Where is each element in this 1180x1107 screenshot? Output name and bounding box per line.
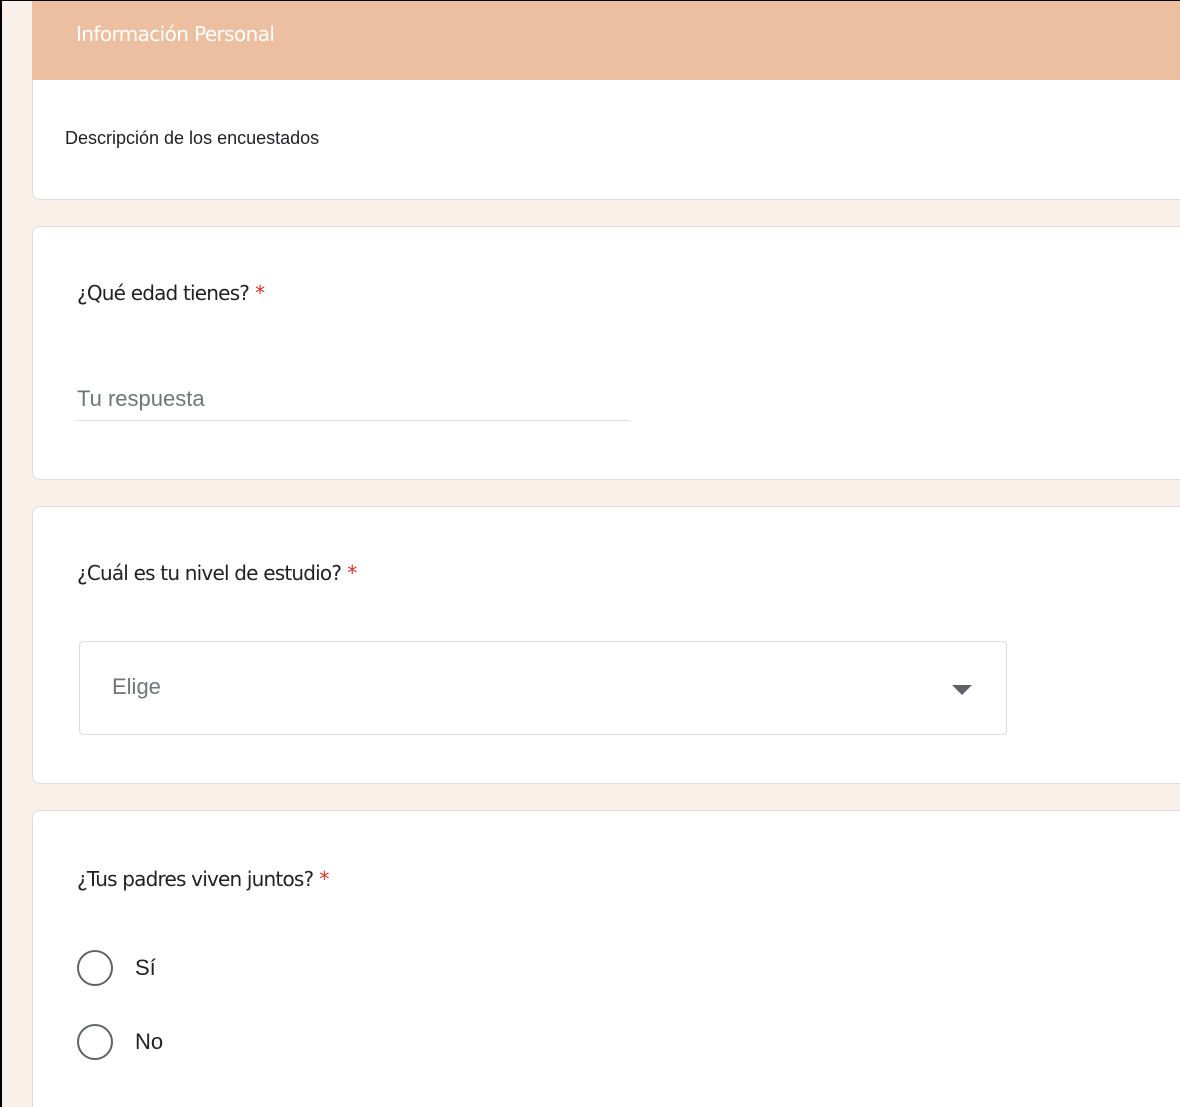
question-title-study-level: ¿Cuál es tu nivel de estudio? * <box>77 561 357 585</box>
age-answer-input[interactable] <box>77 377 629 421</box>
question-title-parents: ¿Tus padres viven juntos? * <box>77 867 329 891</box>
question-label: ¿Qué edad tienes? <box>77 281 250 305</box>
required-asterisk: * <box>347 561 357 585</box>
question-card-study-level: ¿Cuál es tu nivel de estudio? * Elige <box>32 506 1180 784</box>
radio-unchecked-icon[interactable] <box>77 950 113 986</box>
radio-option-label: Sí <box>135 955 156 980</box>
study-level-dropdown[interactable]: Elige <box>79 641 1007 735</box>
dropdown-selected-value: Elige <box>112 674 161 699</box>
radio-option-no[interactable]: No <box>77 1022 163 1062</box>
radio-option-si[interactable]: Sí <box>77 948 156 988</box>
section-description: Descripción de los encuestados <box>65 128 320 148</box>
section-title: Información Personal <box>76 22 275 46</box>
required-asterisk: * <box>319 867 329 891</box>
question-title-age: ¿Qué edad tienes? * <box>77 281 265 305</box>
section-description-card: Descripción de los encuestados <box>32 80 1180 200</box>
caret-down-icon <box>952 685 972 695</box>
required-asterisk: * <box>255 281 265 305</box>
radio-unchecked-icon[interactable] <box>77 1024 113 1060</box>
question-card-age: ¿Qué edad tienes? * <box>32 226 1180 480</box>
question-label: ¿Cuál es tu nivel de estudio? <box>77 561 342 585</box>
question-label: ¿Tus padres viven juntos? <box>77 867 314 891</box>
radio-option-label: No <box>135 1029 164 1054</box>
question-card-parents: ¿Tus padres viven juntos? * Sí No <box>32 810 1180 1107</box>
